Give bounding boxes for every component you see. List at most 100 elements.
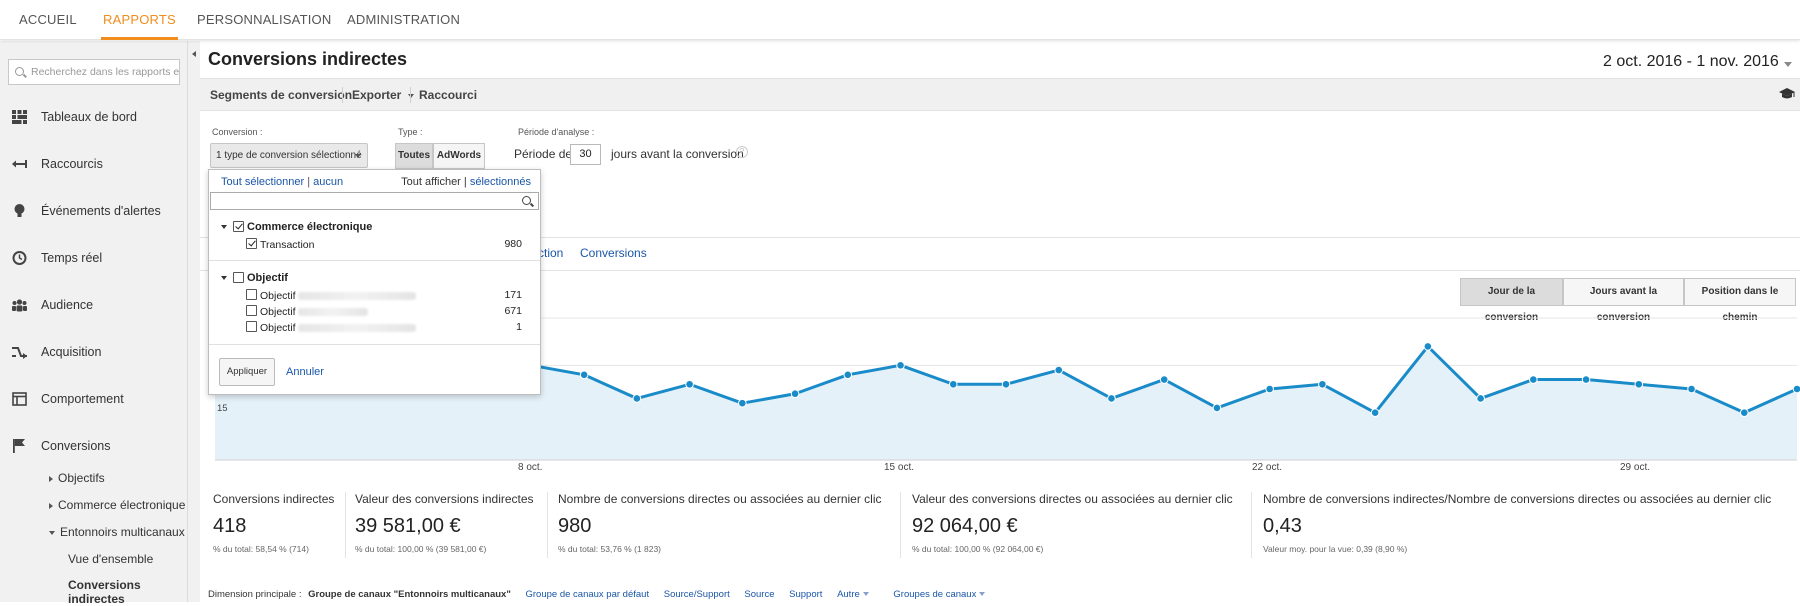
y-axis-tick: 15 <box>217 403 228 414</box>
item-checkbox-objectif-1[interactable] <box>246 289 257 300</box>
item-count: 171 <box>504 289 522 301</box>
dimension-link[interactable]: Source/Support <box>664 589 730 600</box>
chart-data-point[interactable] <box>1687 384 1696 394</box>
item-count: 671 <box>504 305 522 317</box>
group-checkbox-ecommerce[interactable] <box>233 221 244 232</box>
metric-label: Nombre de conversions indirectes/Nombre … <box>1263 492 1772 506</box>
item-checkbox-objectif-3[interactable] <box>246 321 257 332</box>
chart-data-point[interactable] <box>1107 394 1116 403</box>
show-all-link[interactable]: Tout afficher <box>401 176 461 188</box>
select-all-link[interactable]: Tout sélectionner <box>221 176 304 188</box>
top-navigation: ACCUEIL RAPPORTS PERSONNALISATION ADMINI… <box>0 0 1800 40</box>
chart-data-point[interactable] <box>685 379 694 389</box>
apply-button[interactable]: Appliquer <box>219 358 275 386</box>
chart-data-point[interactable] <box>1159 375 1169 384</box>
chart-data-point[interactable] <box>896 361 905 370</box>
chart-data-point[interactable] <box>579 370 589 380</box>
chart-data-point[interactable] <box>738 398 747 408</box>
chevron-down-icon <box>862 592 869 597</box>
channel-groups-label: Groupes de canaux <box>893 589 977 600</box>
metric-label: Valeur des conversions indirectes <box>355 492 534 506</box>
chart-data-point[interactable] <box>948 379 958 389</box>
metric-divider <box>900 492 901 558</box>
dropdown-search-input[interactable] <box>210 192 539 210</box>
chart-data-point[interactable] <box>1581 375 1591 384</box>
chevron-down-icon <box>979 592 986 597</box>
item-count: 980 <box>504 238 522 250</box>
nav-tab-rapports[interactable]: RAPPORTS <box>101 0 178 40</box>
metric-indirect-conversions: Conversions indirectes 418 % du total: 5… <box>213 492 334 554</box>
metric-divider <box>547 492 548 558</box>
nav-tab-administration[interactable]: ADMINISTRATION <box>347 0 460 40</box>
chart-data-point[interactable] <box>1265 384 1274 394</box>
redacted-text <box>297 308 368 317</box>
select-none-link[interactable]: aucun <box>313 176 343 188</box>
objectif-text: Objectif <box>260 322 296 334</box>
metric-divider <box>1251 492 1252 558</box>
chart-data-point[interactable] <box>1212 403 1222 413</box>
chart-data-point[interactable] <box>790 389 800 399</box>
objectif-text: Objectif <box>260 290 296 302</box>
metric-label: Valeur des conversions directes ou assoc… <box>912 492 1233 506</box>
search-icon <box>522 196 531 205</box>
channel-groups-dropdown[interactable]: Groupes de canaux <box>893 589 986 600</box>
item-label-objectif-3: Objectif <box>260 322 416 334</box>
metric-subtext: Valeur moy. pour la vue: 0,39 (8,90 %) <box>1263 544 1408 554</box>
redacted-text <box>297 292 416 301</box>
primary-dimension-row: Dimension principale : Groupe de canaux … <box>208 589 986 600</box>
dropdown-divider <box>209 344 540 345</box>
metric-divider <box>345 492 346 558</box>
x-axis-tick: 29 oct. <box>1620 462 1651 473</box>
group-label-objectif: Objectif <box>247 272 288 284</box>
chart-data-point[interactable] <box>1739 408 1749 417</box>
item-label-objectif-2: Objectif <box>260 306 368 318</box>
chevron-down-icon[interactable] <box>221 225 227 229</box>
x-axis-tick: 8 oct. <box>518 462 543 473</box>
metric-direct-value: Valeur des conversions directes ou assoc… <box>912 492 1233 554</box>
item-label-transaction: Transaction <box>260 239 315 251</box>
dimension-other-dropdown[interactable]: Autre <box>837 589 869 600</box>
metric-indirect-value: Valeur des conversions indirectes 39 581… <box>355 492 534 554</box>
metric-value: 980 <box>558 515 592 537</box>
dimension-link[interactable]: Source <box>744 589 774 600</box>
chart-data-point[interactable] <box>1370 408 1380 417</box>
redacted-text <box>297 324 416 333</box>
chart-data-point[interactable] <box>632 394 642 403</box>
show-selected-link[interactable]: sélectionnés <box>470 176 531 188</box>
link-separator: | <box>463 176 467 188</box>
metric-direct-conversions: Nombre de conversions directes ou associ… <box>558 492 882 554</box>
x-axis-tick: 22 oct. <box>1252 462 1283 473</box>
metric-subtext: % du total: 100,00 % (92 064,00 €) <box>912 544 1044 554</box>
chart-data-point[interactable] <box>1001 379 1011 389</box>
conversion-type-dropdown: Tout sélectionner | aucun Tout afficher … <box>208 169 541 395</box>
dimension-link[interactable]: Groupe de canaux par défaut <box>526 589 650 600</box>
chevron-down-icon[interactable] <box>221 276 227 280</box>
item-checkbox-objectif-2[interactable] <box>246 305 257 316</box>
link-separator: | <box>307 176 311 188</box>
dimension-label: Dimension principale : <box>208 589 302 600</box>
item-count: 1 <box>516 321 522 333</box>
chart-data-point[interactable] <box>843 370 853 380</box>
metric-subtext: % du total: 100,00 % (39 581,00 €) <box>355 544 487 554</box>
chart-data-point[interactable] <box>1792 384 1800 394</box>
chart-data-point[interactable] <box>1529 375 1538 384</box>
metric-value: 0,43 <box>1263 515 1302 537</box>
dropdown-divider <box>209 260 540 261</box>
item-checkbox-transaction[interactable] <box>246 238 257 249</box>
dropdown-show-links: Tout afficher | sélectionnés <box>401 176 531 188</box>
metric-value: 39 581,00 € <box>355 515 461 537</box>
chart-data-point[interactable] <box>1423 342 1433 351</box>
nav-tab-personnalisation[interactable]: PERSONNALISATION <box>197 0 331 40</box>
dimension-link[interactable]: Support <box>789 589 822 600</box>
metric-value: 418 <box>213 515 247 537</box>
cancel-link[interactable]: Annuler <box>286 366 324 378</box>
chart-data-point[interactable] <box>1476 394 1485 403</box>
group-label-ecommerce: Commerce électronique <box>247 221 373 233</box>
metric-subtext: % du total: 53,76 % (1 823) <box>558 544 662 554</box>
chart-data-point[interactable] <box>1634 379 1644 389</box>
nav-tab-accueil[interactable]: ACCUEIL <box>19 0 77 40</box>
group-checkbox-objectif[interactable] <box>233 272 244 283</box>
chart-data-point[interactable] <box>1054 365 1064 375</box>
dimension-active: Groupe de canaux "Entonnoirs multicanaux… <box>308 589 511 600</box>
chart-data-point[interactable] <box>1318 379 1327 389</box>
